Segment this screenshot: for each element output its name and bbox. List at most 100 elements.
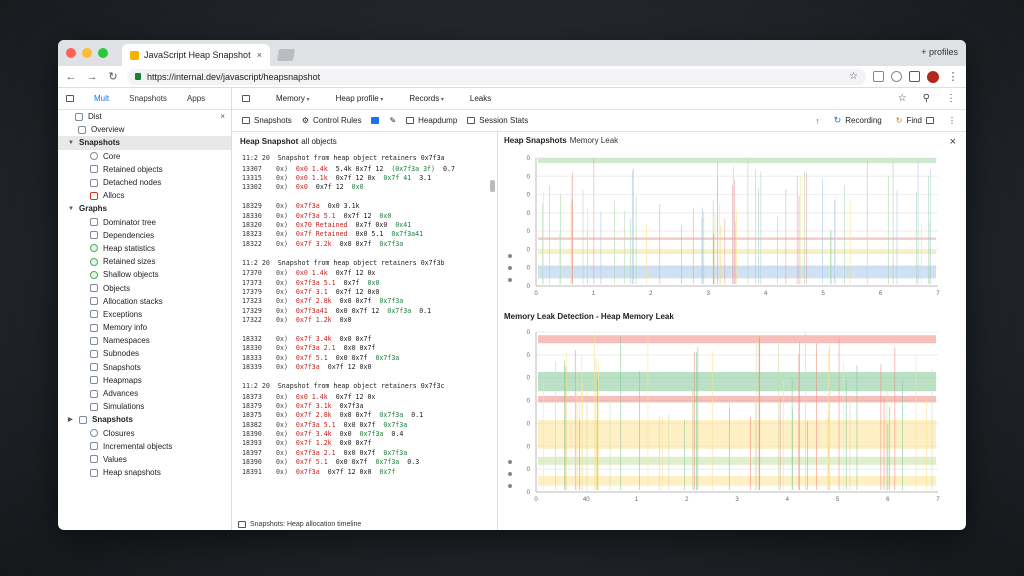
more-icon[interactable]: ⋮ <box>946 93 956 104</box>
sidebar-item[interactable]: Memory info <box>58 321 231 334</box>
code-line[interactable]: 18393 0x) 0x7f 1.2k 0x0 0x7f <box>242 439 497 448</box>
menu-icon[interactable]: ⋮ <box>946 70 960 83</box>
edit-icon[interactable]: ✎ <box>389 116 396 125</box>
avatar[interactable] <box>927 70 939 83</box>
sidebar-tab-apps[interactable]: Apps <box>187 94 205 103</box>
chart-close-icon[interactable]: × <box>950 136 956 148</box>
code-line[interactable]: 17373 0x) 0x7f3a 5.1 0x7f 0x0 <box>242 278 497 287</box>
sidebar-item[interactable]: Dependencies <box>58 229 231 242</box>
code-line[interactable]: 18333 0x) 0x7f 5.1 0x0 0x7f 0x7f3a <box>242 353 497 362</box>
profile-extension-icon[interactable] <box>891 71 902 82</box>
sidebar-item[interactable]: Closures <box>58 427 231 440</box>
tab-close-icon[interactable]: × <box>257 50 262 60</box>
back-icon[interactable]: ← <box>64 71 78 83</box>
minimize-window-button[interactable] <box>82 48 92 58</box>
session-stats-button[interactable]: Session Stats <box>467 116 528 125</box>
bookmark-star-icon[interactable]: ☆ <box>849 71 858 82</box>
sidebar-item[interactable]: Subnodes <box>58 347 231 360</box>
sidebar-item[interactable]: ▼ Graphs <box>58 202 231 215</box>
snapshot-block[interactable]: 11:2 20 Snapshot from heap object retaine… <box>232 380 497 483</box>
code-line[interactable]: 18375 0x) 0x7f 2.8k 0x0 0x7f 0x7f3a 0.1 <box>242 411 497 420</box>
sidebar-item[interactable]: Simulations <box>58 400 231 413</box>
sidebar-item[interactable]: Retained sizes <box>58 255 231 268</box>
toolbar-heap-profile-dropdown[interactable]: Heap profile <box>336 94 384 103</box>
code-line[interactable]: 18339 0x) 0x7f3a 0x7f 12 0x0 <box>242 362 497 371</box>
sidebar-item[interactable]: Namespaces <box>58 334 231 347</box>
new-tab-button[interactable] <box>276 49 296 61</box>
code-line[interactable]: 13315 0x) 0x0 1.1k 0x7f 12 0x 0x7f 41 3.1 <box>242 173 497 182</box>
code-line[interactable]: 18330 0x) 0x7f3a 5.1 0x7f 12 0x0 <box>242 211 497 220</box>
sidebar-item[interactable]: Core <box>58 150 231 163</box>
extension-icon[interactable] <box>873 71 884 82</box>
sidebar-item[interactable]: Heap snapshots <box>58 466 231 479</box>
pin-icon[interactable]: ☆ <box>898 93 907 104</box>
find-button[interactable]: ↻ Find <box>896 116 934 125</box>
sidebar-item[interactable]: Shallow objects <box>58 268 231 281</box>
sidebar-item[interactable]: Allocation stacks <box>58 295 231 308</box>
expand-icon[interactable]: ▼ <box>68 206 74 212</box>
sidebar-tab-mult[interactable]: Mult <box>94 94 109 103</box>
address-input[interactable]: https://internal.dev/javascript/heapsnap… <box>127 68 866 85</box>
upload-icon[interactable]: ↑ <box>815 116 820 126</box>
code-line[interactable]: 18379 0x) 0x7f 3.1k 0x7f3a <box>242 401 497 410</box>
code-line[interactable]: 17329 0x) 0x7f3a41 0x0 0x7f 12 0x7f3a 0.1 <box>242 306 497 315</box>
sidebar-item[interactable]: Values <box>58 453 231 466</box>
record-icon[interactable] <box>371 117 380 124</box>
reload-icon[interactable]: ↻ <box>106 70 120 83</box>
code-line[interactable] <box>242 192 497 201</box>
sidebar-item[interactable]: Snapshots <box>58 361 231 374</box>
code-line[interactable]: 17322 0x) 0x7f 1.2k 0x0 <box>242 315 497 324</box>
search-icon[interactable]: ⚲ <box>923 93 930 104</box>
sidebar-item[interactable]: Objects <box>58 281 231 294</box>
toolbar-leaks-tab[interactable]: Leaks <box>470 94 491 103</box>
code-line[interactable]: 17370 0x) 0x0 1.4k 0x7f 12 0x <box>242 269 497 278</box>
toolbar2-more-icon[interactable]: ⋮ <box>948 116 956 125</box>
code-line[interactable]: 18320 0x) 0x70 Retained 0x7f 0x0 0x41 <box>242 220 497 229</box>
code-line[interactable]: 13302 0x) 0x0 0x7f 12 0x0 <box>242 183 497 192</box>
window-label[interactable]: + profiles <box>921 47 958 57</box>
close-window-button[interactable] <box>66 48 76 58</box>
sidebar-item[interactable]: Advances <box>58 387 231 400</box>
toolbar-memory-dropdown[interactable]: Memory <box>276 94 310 103</box>
sidebar-item[interactable]: Dist × <box>58 110 231 123</box>
sidebar-item[interactable]: Overview <box>58 123 231 136</box>
sidebar-item[interactable]: Exceptions <box>58 308 231 321</box>
expand-icon[interactable]: ▶ <box>68 416 74 423</box>
sidebar-item[interactable]: ▼ Snapshots <box>58 136 231 150</box>
expand-icon[interactable]: ▼ <box>68 140 74 146</box>
sidebar-toggle-icon[interactable] <box>66 95 74 102</box>
snapshot-block[interactable]: 11:2 20 Snapshot from heap object retaine… <box>232 152 497 255</box>
recording-button[interactable]: ↻ Recording <box>834 115 882 126</box>
heapdump-button[interactable]: Heapdump <box>406 116 457 125</box>
code-line[interactable]: 18382 0x) 0x7f3a 5.1 0x0 0x7f 0x7f3a <box>242 420 497 429</box>
panel-layout-icon[interactable] <box>242 95 250 102</box>
sidebar-item[interactable]: Detached nodes <box>58 176 231 189</box>
code-line[interactable]: 18390 0x) 0x7f 3.4k 0x0 0x7f3a 0.4 <box>242 429 497 438</box>
code-line[interactable]: 18390 0x) 0x7f 5.1 0x0 0x7f 0x7f3a 0.3 <box>242 458 497 467</box>
control-rules-button[interactable]: ⚙ Control Rules <box>302 116 362 125</box>
code-line[interactable]: 18330 0x) 0x7f3a 2.1 0x0 0x7f <box>242 344 497 353</box>
code-line[interactable] <box>242 325 497 334</box>
sidebar-close-icon[interactable]: × <box>220 112 225 121</box>
browser-tab[interactable]: JavaScript Heap Snapshot × <box>122 44 270 66</box>
code-line[interactable]: 18323 0x) 0x7f Retained 0x0 5.1 0x7f3a41 <box>242 230 497 239</box>
sidebar-item[interactable]: Incremental objects <box>58 440 231 453</box>
sidebar-item[interactable]: Allocs <box>58 189 231 202</box>
code-line[interactable]: 17323 0x) 0x7f 2.8k 0x0 0x7f 0x7f3a <box>242 297 497 306</box>
code-line[interactable]: 18391 0x) 0x7f3a 0x7f 12 0x0 0x7f <box>242 467 497 476</box>
forward-icon[interactable]: → <box>85 71 99 83</box>
code-line[interactable]: 13307 0x) 0x0 1.4k 5.4k 0x7f 12 (0x7f3a 3f) 0… <box>242 164 497 173</box>
sidebar-tab-snapshots[interactable]: Snapshots <box>129 94 167 103</box>
code-line[interactable]: 17379 0x) 0x7f 3.1 0x7f 12 0x0 <box>242 287 497 296</box>
sidebar-item[interactable]: Retained objects <box>58 163 231 176</box>
sidebar-item[interactable]: Dominator tree <box>58 216 231 229</box>
code-line[interactable]: 18329 0x) 0x7f3a 0x0 3.1k <box>242 202 497 211</box>
sidebar-item[interactable]: Heap statistics <box>58 242 231 255</box>
scrollbar[interactable] <box>490 180 495 192</box>
toolbar-records-dropdown[interactable]: Records <box>409 94 443 103</box>
snapshots-button[interactable]: Snapshots <box>242 116 292 125</box>
code-line[interactable]: 18322 0x) 0x7f 3.2k 0x0 0x7f 0x7f3a <box>242 239 497 248</box>
sidebar-item[interactable]: ▶ Snapshots <box>58 413 231 426</box>
snapshot-list[interactable]: Heap Snapshot all objects 11:2 20 Snapsho… <box>232 132 498 530</box>
snapshot-block[interactable]: 11:2 20 Snapshot from heap object retaine… <box>232 257 497 378</box>
